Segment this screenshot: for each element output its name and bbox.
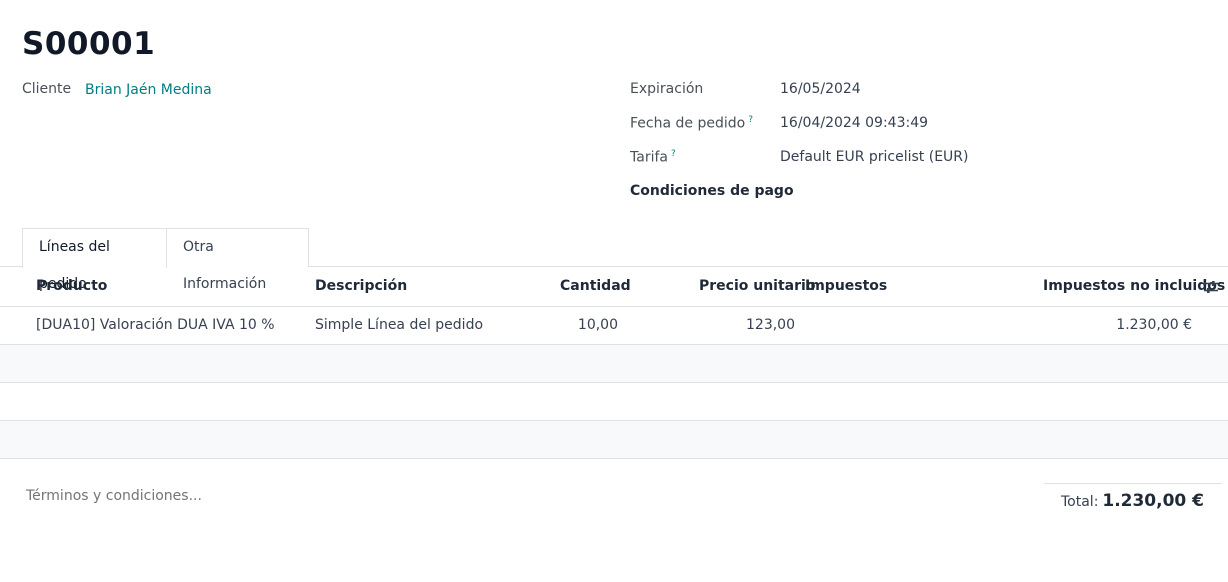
row-unit-price[interactable]: 123,00 xyxy=(746,317,795,333)
customer-link[interactable]: Brian Jaén Medina xyxy=(85,82,212,98)
col-product[interactable]: Producto xyxy=(36,278,107,294)
tab-other-info[interactable]: Otra Información xyxy=(166,228,309,292)
col-description[interactable]: Descripción xyxy=(315,278,407,294)
order-title: S00001 xyxy=(22,26,156,62)
tab-order-lines[interactable]: Líneas del pedido xyxy=(22,228,167,292)
order-lines-header: Producto Descripción Cantidad Precio uni… xyxy=(0,267,1228,307)
row-product[interactable]: [DUA10] Valoración DUA IVA 10 % xyxy=(36,317,275,333)
optional-columns-icon[interactable] xyxy=(1203,279,1219,295)
order-date-label-text: Fecha de pedido xyxy=(630,115,746,132)
empty-row xyxy=(0,345,1228,383)
total-label: Total: xyxy=(1061,494,1099,510)
pricelist-help-icon[interactable]: ? xyxy=(671,149,676,159)
row-subtotal[interactable]: 1.230,00 € xyxy=(1116,317,1192,333)
col-taxes[interactable]: Impuestos xyxy=(805,278,887,294)
total-value: 1.230,00 € xyxy=(1102,491,1204,511)
customer-label: Cliente xyxy=(22,81,72,97)
order-date-value[interactable]: 16/04/2024 09:43:49 xyxy=(780,115,928,131)
pricelist-label: Tarifa? xyxy=(630,149,676,166)
pricelist-value[interactable]: Default EUR pricelist (EUR) xyxy=(780,149,968,165)
pricelist-label-text: Tarifa xyxy=(630,149,668,166)
total-divider xyxy=(1044,483,1222,484)
expiration-label: Expiración xyxy=(630,81,704,97)
tab-bar: Líneas del pedido Otra Información xyxy=(0,228,1228,292)
order-date-label: Fecha de pedido? xyxy=(630,115,753,132)
expiration-value[interactable]: 16/05/2024 xyxy=(780,81,861,97)
table-row[interactable]: [DUA10] Valoración DUA IVA 10 % Simple L… xyxy=(0,307,1228,345)
empty-row xyxy=(0,383,1228,421)
col-unit-price[interactable]: Precio unitario xyxy=(699,278,815,294)
terms-input[interactable] xyxy=(26,488,626,504)
empty-row xyxy=(0,421,1228,459)
payment-terms-label: Condiciones de pago xyxy=(630,183,794,199)
row-description[interactable]: Simple Línea del pedido xyxy=(315,317,483,333)
row-quantity[interactable]: 10,00 xyxy=(578,317,618,333)
order-date-help-icon[interactable]: ? xyxy=(748,115,753,125)
col-quantity[interactable]: Cantidad xyxy=(560,278,631,294)
col-subtotal[interactable]: Impuestos no incluidos xyxy=(1043,278,1225,294)
